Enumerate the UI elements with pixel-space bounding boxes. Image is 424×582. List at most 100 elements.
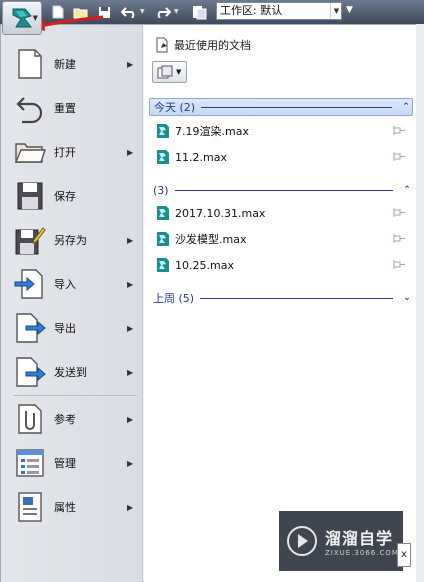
- quick-access-toolbar: ▼ ▼ 工作区: 默认 ▼ ▼: [0, 0, 424, 24]
- recent-documents-header: 最近使用的文档: [154, 37, 251, 53]
- recent-file-name: 10.25.max: [175, 258, 234, 272]
- menu-item-properties[interactable]: 属性 ▶: [1, 485, 143, 529]
- submenu-arrow-icon: ▶: [127, 279, 134, 289]
- application-button[interactable]: ▼: [2, 1, 42, 35]
- watermark-title: 溜溜自学: [325, 529, 394, 548]
- pin-icon[interactable]: [392, 125, 406, 137]
- collapse-chevron-icon[interactable]: ⌃: [401, 185, 413, 195]
- group-label: (3): [153, 183, 169, 197]
- recent-file-name: 2017.10.31.max: [175, 206, 266, 220]
- menu-item-export[interactable]: 导出 ▶: [1, 306, 143, 350]
- pin-icon[interactable]: [392, 151, 406, 163]
- new-document-icon: [18, 49, 42, 79]
- recent-file-item[interactable]: 7.19渲染.max: [156, 121, 406, 141]
- max-file-icon: [157, 206, 169, 220]
- open-folder-icon: [14, 143, 46, 163]
- pin-icon[interactable]: [392, 207, 406, 219]
- submenu-arrow-icon: ▶: [127, 147, 134, 157]
- group-header-last-week[interactable]: 上周 (5) ⌄: [149, 289, 413, 307]
- menu-item-reset[interactable]: 重置: [1, 86, 143, 130]
- project-icon[interactable]: [190, 3, 208, 21]
- menu-item-import[interactable]: 导入 ▶: [1, 262, 143, 306]
- pin-icon[interactable]: [392, 259, 406, 271]
- menu-item-reference[interactable]: 参考 ▶: [1, 397, 143, 441]
- close-button-fragment[interactable]: x: [397, 543, 411, 567]
- recent-file-item[interactable]: 沙发模型.max: [156, 229, 406, 249]
- export-icon: [16, 313, 46, 343]
- collapse-chevron-icon[interactable]: ⌃: [400, 102, 412, 112]
- workspace-dropdown-icon[interactable]: ▼: [330, 3, 342, 19]
- menu-item-label: 另存为: [54, 234, 87, 247]
- undo-dropdown-icon[interactable]: ▼: [140, 8, 145, 15]
- group-divider: [201, 106, 392, 108]
- max-file-icon: [157, 232, 169, 246]
- menu-command-list: 新建 ▶ 重置 打开 ▶ 保存 另存为 ▶ 导入 ▶ 导出 ▶ 发送到 ▶ 参考…: [1, 25, 143, 582]
- submenu-arrow-icon: ▶: [127, 502, 134, 512]
- menu-item-label: 打开: [54, 146, 76, 159]
- send-to-icon: [16, 357, 46, 387]
- app-logo-icon: [12, 8, 33, 28]
- new-icon[interactable]: [50, 3, 66, 21]
- view-mode-icon: [157, 65, 173, 79]
- recent-file-name: 11.2.max: [175, 150, 227, 164]
- group-label: 今天 (2): [154, 101, 196, 114]
- menu-item-save-as[interactable]: 另存为 ▶: [1, 218, 143, 262]
- group-header-today[interactable]: 今天 (2) ⌃: [149, 98, 413, 116]
- group-label: 上周 (5): [153, 292, 195, 305]
- recent-file-name: 7.19渲染.max: [175, 125, 249, 138]
- toolbar-overflow-icon[interactable]: ▼: [346, 5, 353, 15]
- submenu-arrow-icon: ▶: [127, 59, 134, 69]
- open-icon[interactable]: [72, 3, 90, 21]
- menu-item-label: 参考: [54, 413, 76, 426]
- menu-item-label: 保存: [54, 190, 76, 203]
- view-mode-dropdown-icon: ▼: [176, 68, 182, 76]
- play-logo-icon: [287, 526, 317, 556]
- submenu-arrow-icon: ▶: [127, 235, 134, 245]
- watermark-url: ZIXUE.3066.COM: [325, 549, 399, 557]
- group-header-earlier[interactable]: (3) ⌃: [149, 181, 413, 199]
- watermark-logo: 溜溜自学 ZIXUE.3066.COM: [279, 511, 403, 571]
- reference-icon: [18, 404, 42, 434]
- group-divider: [174, 189, 393, 191]
- max-file-icon: [157, 150, 169, 164]
- submenu-arrow-icon: ▶: [127, 367, 134, 377]
- workspace-label: 工作区: 默认: [220, 4, 283, 17]
- menu-item-label: 导出: [54, 322, 76, 335]
- reset-icon: [16, 97, 43, 124]
- recent-documents-pane: 最近使用的文档 ▼ 今天 (2) ⌃ 7.19渲染.max 11.2.max (…: [144, 25, 416, 582]
- recent-file-item[interactable]: 10.25.max: [156, 255, 406, 275]
- menu-item-label: 属性: [54, 501, 76, 514]
- properties-icon: [18, 492, 42, 522]
- expand-chevron-icon[interactable]: ⌄: [401, 293, 413, 303]
- save-icon[interactable]: [96, 3, 112, 21]
- recent-file-name: 沙发模型.max: [175, 233, 247, 246]
- undo-icon[interactable]: [120, 3, 138, 21]
- submenu-arrow-icon: ▶: [127, 323, 134, 333]
- menu-item-label: 新建: [54, 58, 76, 71]
- max-file-icon: [157, 124, 169, 138]
- manage-icon: [16, 449, 44, 477]
- group-divider: [200, 297, 393, 299]
- menu-item-open[interactable]: 打开 ▶: [1, 130, 143, 174]
- menu-item-send-to[interactable]: 发送到 ▶: [1, 350, 143, 394]
- redo-icon[interactable]: [154, 3, 172, 21]
- recent-documents-title: 最近使用的文档: [174, 39, 251, 52]
- menu-item-label: 发送到: [54, 366, 87, 379]
- application-menu: 新建 ▶ 重置 打开 ▶ 保存 另存为 ▶ 导入 ▶ 导出 ▶ 发送到 ▶ 参考…: [0, 24, 416, 582]
- menu-separator: [13, 395, 137, 396]
- view-mode-button[interactable]: ▼: [152, 61, 187, 83]
- max-file-icon: [157, 258, 169, 272]
- save-as-icon: [15, 227, 46, 255]
- workspace-selector[interactable]: 工作区: 默认: [216, 2, 342, 20]
- pin-icon[interactable]: [392, 233, 406, 245]
- menu-item-label: 管理: [54, 457, 76, 470]
- menu-item-new[interactable]: 新建 ▶: [1, 42, 143, 86]
- recent-file-item[interactable]: 2017.10.31.max: [156, 203, 406, 223]
- menu-item-save[interactable]: 保存: [1, 174, 143, 218]
- submenu-arrow-icon: ▶: [127, 458, 134, 468]
- menu-item-manage[interactable]: 管理 ▶: [1, 441, 143, 485]
- menu-item-label: 重置: [54, 102, 76, 115]
- redo-dropdown-icon[interactable]: ▼: [174, 8, 179, 15]
- recent-file-item[interactable]: 11.2.max: [156, 147, 406, 167]
- menu-item-label: 导入: [54, 278, 76, 291]
